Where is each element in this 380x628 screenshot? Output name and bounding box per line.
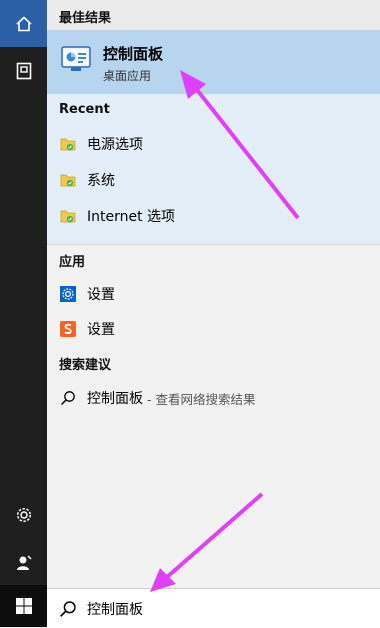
search-input[interactable]: 控制面板 bbox=[87, 599, 143, 619]
control-panel-item-icon bbox=[59, 171, 77, 189]
recent-documents-button[interactable] bbox=[0, 47, 47, 94]
recent-section: Recent 电源选项 系统 Internet 选项 bbox=[47, 94, 380, 244]
gear-icon bbox=[16, 507, 31, 522]
best-match-label: 最佳结果 bbox=[59, 11, 112, 26]
web-suggestion-item[interactable]: 控制面板 - 查看网络搜索结果 bbox=[59, 386, 255, 410]
recent-item-label: Internet 选项 bbox=[87, 209, 176, 225]
recent-item-label: 系统 bbox=[87, 173, 115, 189]
best-match-subtitle: 桌面应用 bbox=[103, 69, 152, 83]
settings-app-icon bbox=[59, 285, 77, 303]
section-divider bbox=[47, 244, 380, 245]
control-panel-item-icon bbox=[59, 207, 77, 225]
start-rail bbox=[0, 0, 47, 627]
person-icon bbox=[16, 554, 32, 570]
recent-item-power-options[interactable]: 电源选项 bbox=[59, 132, 143, 156]
home-button[interactable] bbox=[0, 0, 47, 47]
start-button[interactable] bbox=[0, 585, 47, 627]
search-box[interactable]: 控制面板 bbox=[47, 588, 380, 628]
recent-item-system[interactable]: 系统 bbox=[59, 168, 115, 192]
sogou-app-icon bbox=[59, 320, 77, 338]
suggestion-label: 控制面板 bbox=[87, 391, 143, 407]
search-icon bbox=[59, 389, 77, 407]
suggestion-hint: - 查看网络搜索结果 bbox=[147, 391, 256, 407]
app-item-label: 设置 bbox=[87, 322, 115, 338]
search-results-panel: 最佳结果 控制面板 桌面应用 Recent 电源选项 系统 Internet 选… bbox=[47, 0, 380, 588]
app-item-label: 设置 bbox=[87, 287, 115, 303]
recent-item-internet-options[interactable]: Internet 选项 bbox=[59, 204, 175, 228]
search-suggestions-label: 搜索建议 bbox=[59, 358, 112, 373]
apps-label: 应用 bbox=[59, 255, 86, 270]
windows-logo-icon bbox=[15, 598, 32, 614]
account-button[interactable] bbox=[0, 539, 47, 586]
best-match-result[interactable]: 控制面板 桌面应用 bbox=[47, 30, 380, 94]
app-item-settings[interactable]: 设置 bbox=[59, 282, 115, 306]
recent-label: Recent bbox=[59, 102, 110, 117]
app-item-settings-sogou[interactable]: 设置 bbox=[59, 317, 115, 341]
recent-item-label: 电源选项 bbox=[87, 137, 143, 153]
settings-button[interactable] bbox=[0, 491, 47, 538]
control-panel-item-icon bbox=[59, 135, 77, 153]
home-icon bbox=[15, 15, 32, 31]
search-icon bbox=[60, 601, 76, 617]
control-panel-icon bbox=[61, 46, 91, 71]
recent-docs-icon bbox=[16, 62, 31, 79]
best-match-title: 控制面板 bbox=[103, 45, 164, 63]
